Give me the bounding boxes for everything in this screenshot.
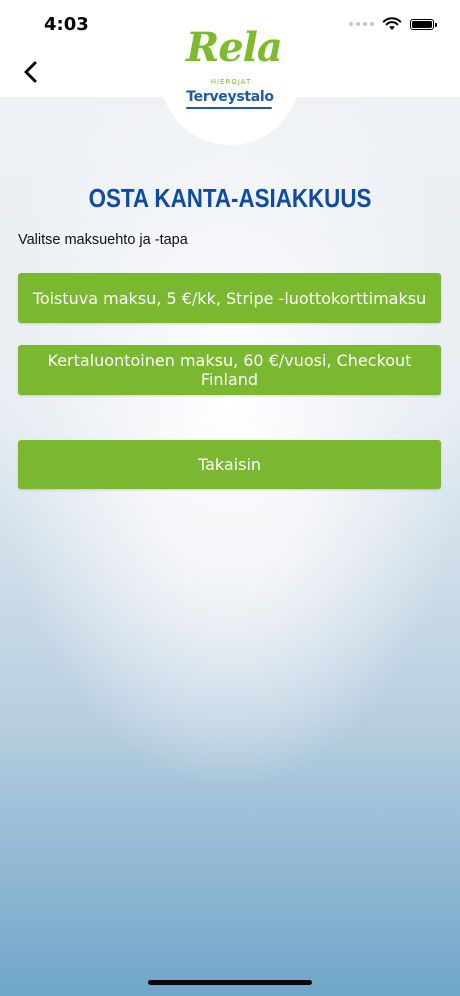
back-button-label: Takaisin — [197, 455, 262, 474]
one-time-payment-label: Kertaluontoinen maksu, 60 €/vuosi, Check… — [47, 351, 412, 389]
battery-icon — [410, 18, 437, 30]
home-indicator — [148, 980, 312, 985]
logo-rela: Rela — [186, 24, 283, 71]
logo-terveystalo: Terveystalo — [186, 89, 274, 105]
recurring-payment-label: Toistuva maksu, 5 €/kk, Stripe -luottoko… — [32, 288, 427, 308]
logo-hierojat: HIEROJAT — [210, 78, 252, 86]
status-time: 4:03 — [44, 14, 89, 35]
page-title: OSTA KANTA-ASIAKKUUS — [88, 183, 372, 213]
app-screen: 4:03 Rela HIEROJAT Terveystalo OSTA KANT… — [0, 0, 460, 996]
logo-underline — [186, 107, 272, 109]
status-icons — [349, 17, 437, 31]
recurring-payment-button[interactable]: Toistuva maksu, 5 €/kk, Stripe -luottoko… — [18, 273, 441, 323]
page-subtitle: Valitse maksuehto ja -tapa — [18, 232, 188, 248]
back-chevron-icon[interactable] — [18, 58, 46, 86]
signal-dots-icon — [349, 22, 374, 26]
back-button[interactable]: Takaisin — [18, 440, 441, 489]
wifi-icon — [382, 17, 402, 30]
one-time-payment-button[interactable]: Kertaluontoinen maksu, 60 €/vuosi, Check… — [18, 345, 441, 395]
